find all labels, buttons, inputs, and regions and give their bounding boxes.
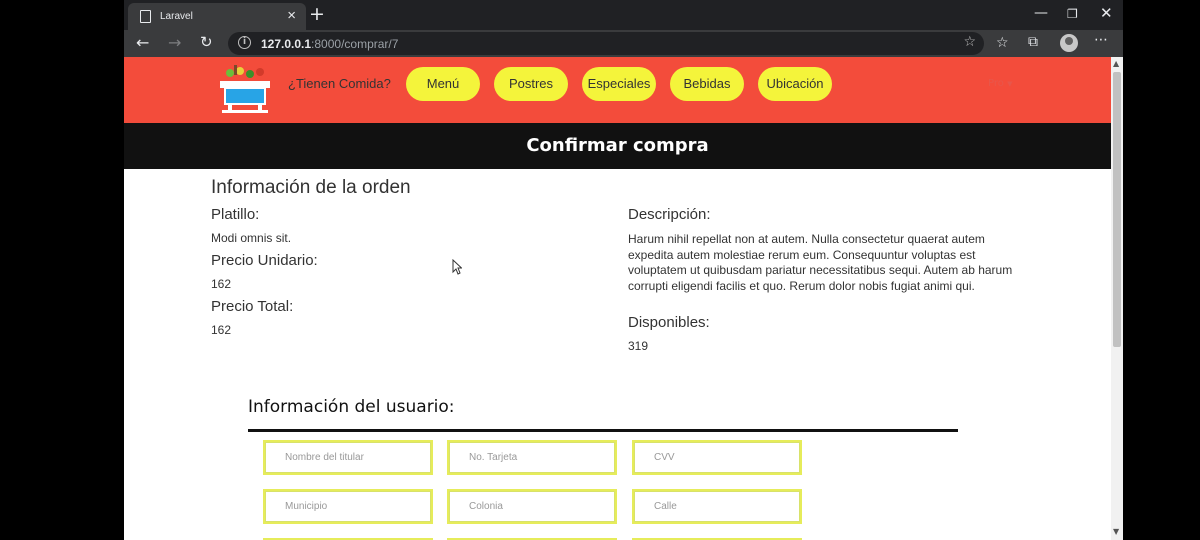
favorites-icon[interactable]: ☆ [996,35,1009,51]
precio-unitario-value: 162 [211,277,232,291]
close-tab-icon[interactable]: × [287,7,296,24]
collections-icon[interactable]: ⧉ [1028,34,1038,50]
nombre-titular-input[interactable] [263,440,433,475]
nav-menu-button[interactable]: Menú [406,67,480,101]
nav-postres-button[interactable]: Postres [494,67,568,101]
minimize-icon[interactable]: — [1034,5,1048,21]
browser-tab[interactable]: Laravel × [128,3,306,30]
site-navbar: ¿Tienen Comida? Menú Postres Especiales … [124,57,1111,123]
new-tab-icon[interactable]: + [309,3,325,25]
forward-arrow-icon[interactable]: → [168,33,181,52]
vertical-scrollbar[interactable]: ▲ ▼ [1111,57,1123,540]
user-info-title: Información del usuario: [248,397,455,417]
colonia-input[interactable] [447,489,617,524]
disponibles-label: Disponibles: [628,314,710,331]
reload-icon[interactable]: ↻ [200,33,213,51]
browser-toolbar: ← → ↻ i 127.0.0.1:8000/comprar/7 ☆ ☆ ⧉ ⋯ [124,30,1123,57]
order-info-title: Información de la orden [211,177,411,198]
brand-text[interactable]: ¿Tienen Comida? [288,76,391,91]
scroll-down-icon[interactable]: ▼ [1113,527,1119,536]
restore-icon[interactable]: ❐ [1067,7,1078,21]
nav-especiales-button[interactable]: Especiales [582,67,656,101]
favorite-star-icon[interactable]: ☆ [963,34,976,50]
tarjeta-input[interactable] [447,440,617,475]
browser-window: Laravel × + — ❐ ✕ ← → ↻ i 127.0.0.1:8000… [124,0,1123,540]
more-dots-icon[interactable]: ⋯ [1094,32,1108,48]
tab-title: Laravel [160,11,193,22]
caret-down-icon: ▼ [1007,80,1013,88]
logo-icon[interactable] [216,63,274,115]
page-heading: Confirmar compra [124,123,1111,169]
language-dropdown[interactable]: Pro ▼ [988,78,1012,89]
platillo-label: Platillo: [211,206,260,223]
back-arrow-icon[interactable]: ← [136,33,149,52]
page-icon [140,10,151,23]
nav-bebidas-button[interactable]: Bebidas [670,67,744,101]
precio-total-value: 162 [211,323,232,337]
language-label: Pro [988,78,1004,89]
scrollbar-thumb[interactable] [1113,72,1121,347]
profile-avatar-icon[interactable] [1060,34,1078,52]
page-viewport: ¿Tienen Comida? Menú Postres Especiales … [124,57,1123,540]
scroll-up-icon[interactable]: ▲ [1113,59,1119,68]
precio-unitario-label: Precio Unidario: [211,252,318,269]
tab-strip: Laravel × + — ❐ ✕ [124,0,1123,30]
cvv-input[interactable] [632,440,802,475]
info-icon[interactable]: i [238,36,251,49]
section-divider [248,429,958,432]
mouse-cursor-icon [452,259,462,275]
nav-ubicacion-button[interactable]: Ubicación [758,67,832,101]
descripcion-label: Descripción: [628,206,711,223]
platillo-value: Modi omnis sit. [211,231,292,245]
descripcion-value: Harum nihil repellat non at autem. Nulla… [628,232,1013,293]
disponibles-value: 319 [628,339,649,353]
window-close-icon[interactable]: ✕ [1100,4,1113,22]
calle-input[interactable] [632,489,802,524]
municipio-input[interactable] [263,489,433,524]
url-text[interactable]: 127.0.0.1:8000/comprar/7 [261,37,398,51]
address-bar[interactable]: i 127.0.0.1:8000/comprar/7 ☆ [228,32,984,55]
precio-total-label: Precio Total: [211,298,294,315]
